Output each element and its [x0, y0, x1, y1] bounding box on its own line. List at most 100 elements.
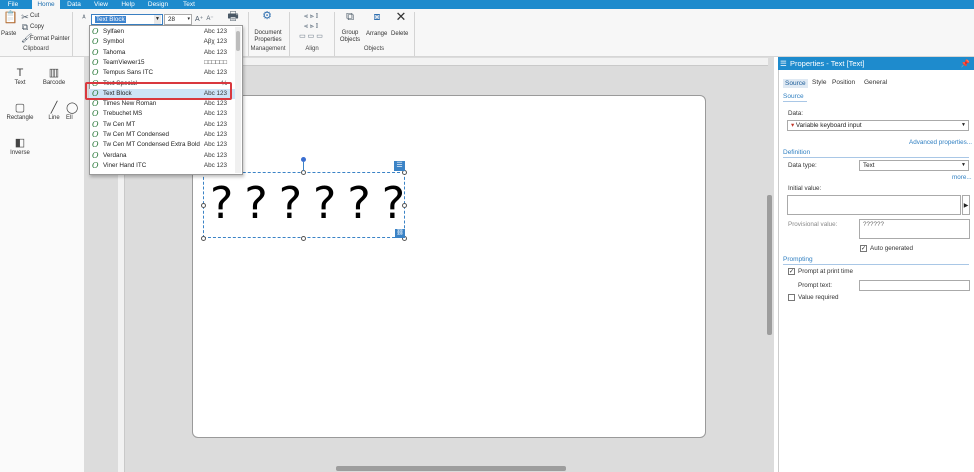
font-list-item[interactable]: O Sylfaen Abc 123	[89, 27, 235, 37]
resize-handle[interactable]	[201, 236, 206, 241]
font-list-item[interactable]: O Tempus Sans ITC Abc 123	[89, 68, 235, 78]
tab-text[interactable]: Text	[177, 0, 201, 9]
font-list-item[interactable]: O Viner Hand ITC Abc 123	[89, 161, 235, 171]
font-name: Tw Cen MT Condensed Extra Bold	[103, 141, 200, 149]
document-properties-icon[interactable]: ⚙	[259, 11, 275, 28]
delete-button[interactable]: Delete	[391, 31, 408, 37]
copy-button[interactable]: Copy	[30, 24, 44, 30]
font-preview: Abc 123	[203, 161, 227, 169]
font-list-item[interactable]: O TeamViewer15 □□□□□□	[89, 58, 235, 68]
resize-handle[interactable]	[402, 203, 407, 208]
font-size-combobox[interactable]: 28 ▾	[164, 14, 192, 25]
copy-icon[interactable]: ⧉	[21, 23, 29, 32]
font-list-item[interactable]: O Trebuchet MS Abc 123	[89, 109, 235, 119]
paste-icon[interactable]: 📋	[3, 11, 18, 27]
tab-file[interactable]: File	[0, 0, 26, 9]
properties-header: ☰ Properties - Text [Text] 📌	[778, 57, 974, 70]
prompt-at-print-checkbox[interactable]: ✓	[788, 268, 795, 275]
rotate-handle-line	[303, 162, 304, 171]
tab-source[interactable]: Source	[783, 79, 808, 88]
chevron-down-icon[interactable]: ▼	[961, 121, 966, 130]
provisional-value-input[interactable]: ??????	[859, 219, 970, 239]
tab-help[interactable]: Help	[116, 0, 140, 9]
tab-home[interactable]: Home	[32, 0, 60, 9]
arrange-button[interactable]: Arrange	[366, 31, 387, 37]
data-type-label: Data type:	[788, 162, 817, 169]
tab-view[interactable]: View	[89, 0, 113, 9]
align-icons[interactable]: ⫷ ⫸ ⫾ ⫷ ⫸ ⫾ ▭ ▭ ▭	[294, 12, 328, 42]
truetype-font-icon: O	[92, 37, 99, 47]
font-name: Tw Cen MT	[103, 120, 136, 128]
data-source-select[interactable]: ▾ Variable keyboard input ▼	[787, 120, 969, 131]
resize-handle[interactable]	[201, 203, 206, 208]
font-name-combobox[interactable]: Text Block ▼	[91, 14, 163, 25]
font-list-item[interactable]: O Tw Cen MT Condensed Abc 123	[89, 130, 235, 140]
font-list-item[interactable]: O Tw Cen MT Abc 123	[89, 120, 235, 130]
font-name: Sylfaen	[103, 28, 125, 35]
font-list-item[interactable]: O Tw Cen MT Condensed Extra Bold Abc 123	[89, 140, 235, 150]
delete-icon[interactable]: ✕	[394, 10, 408, 26]
pin-icon[interactable]: 📌	[961, 57, 970, 70]
prompt-text-input[interactable]	[859, 280, 970, 291]
font-list-scrollbar[interactable]	[235, 27, 241, 173]
font-name: Viner Hand ITC	[103, 161, 147, 169]
initial-value-input[interactable]	[787, 195, 961, 215]
truetype-font-icon: O	[92, 99, 99, 109]
tab-position[interactable]: Position	[832, 79, 855, 86]
tab-general[interactable]: General	[864, 79, 887, 86]
arrange-icon[interactable]: ⧈	[370, 12, 384, 27]
cut-icon[interactable]: ✂	[21, 13, 29, 22]
horizontal-scrollbar[interactable]	[336, 466, 566, 471]
management-group-label: Management	[250, 46, 286, 52]
font-list-item[interactable]: O Tahoma Abc 123	[89, 48, 235, 58]
text-object[interactable]: ??????	[203, 172, 405, 238]
format-painter-button[interactable]: Format Painter	[30, 36, 70, 42]
menu-icon[interactable]: ☰	[394, 161, 405, 171]
format-painter-icon[interactable]: 🖌	[21, 34, 32, 43]
tab-style[interactable]: Style	[812, 79, 826, 86]
font-preview: Abc 123	[203, 48, 227, 56]
grow-font-icon[interactable]: A⁺	[195, 15, 203, 24]
initial-value-label: Initial value:	[788, 185, 822, 192]
data-type-select[interactable]: Text ▼	[859, 160, 969, 171]
print-icon[interactable]: 🖶	[226, 10, 240, 26]
line-tool-label: Line	[48, 115, 60, 121]
auto-generated-checkbox[interactable]: ✓	[860, 245, 867, 252]
label-surface[interactable]	[192, 95, 706, 438]
properties-menu-icon[interactable]: ☰	[780, 57, 787, 70]
font-list-item[interactable]: O Times New Roman Abc 123	[89, 99, 235, 109]
font-list-item[interactable]: O Verdana Abc 123	[89, 151, 235, 161]
scroll-thumb[interactable]	[236, 31, 240, 51]
prompting-section-title: Prompting	[783, 256, 969, 265]
chevron-down-icon[interactable]: ▾	[187, 15, 190, 24]
font-name: Trebuchet MS	[103, 110, 143, 118]
link-icon[interactable]: ⛓	[395, 229, 405, 238]
ribbon-separator	[334, 12, 335, 56]
more-link[interactable]: more...	[952, 174, 972, 181]
group-objects-button[interactable]: Group Objects	[337, 30, 363, 44]
font-list-item[interactable]: O Symbol Αβχ 123	[89, 37, 235, 47]
document-properties-button[interactable]: Document Properties	[251, 30, 285, 44]
chevron-down-icon[interactable]: ▼	[961, 161, 966, 170]
prompt-text-label: Prompt text:	[798, 282, 832, 289]
font-name-value: Text Block	[95, 16, 126, 23]
barcode-tool[interactable]: ▥ Barcode	[34, 67, 74, 86]
tab-design[interactable]: Design	[143, 0, 173, 9]
font-preview: □□□□□□	[204, 58, 227, 66]
paste-button[interactable]: Paste	[1, 31, 16, 37]
cut-button[interactable]: Cut	[30, 13, 39, 19]
expand-arrow-icon[interactable]: ▶	[962, 195, 970, 215]
chevron-down-icon[interactable]: ▼	[154, 15, 161, 24]
tab-data[interactable]: Data	[62, 0, 86, 9]
advanced-properties-link[interactable]: Advanced properties...	[909, 139, 972, 146]
resize-handle[interactable]	[301, 236, 306, 241]
auto-generated-label: Auto generated	[870, 245, 914, 252]
ellipse-tool[interactable]: ◯ Ell	[66, 102, 84, 121]
value-required-checkbox[interactable]	[788, 294, 795, 301]
shrink-font-icon[interactable]: A⁻	[206, 15, 214, 24]
font-name: Verdana	[103, 151, 127, 159]
inverse-tool[interactable]: ◧ Inverse	[0, 137, 40, 156]
vertical-scrollbar[interactable]	[767, 195, 772, 335]
group-objects-icon[interactable]: ⧉	[343, 12, 357, 27]
truetype-font-icon: O	[92, 150, 99, 160]
